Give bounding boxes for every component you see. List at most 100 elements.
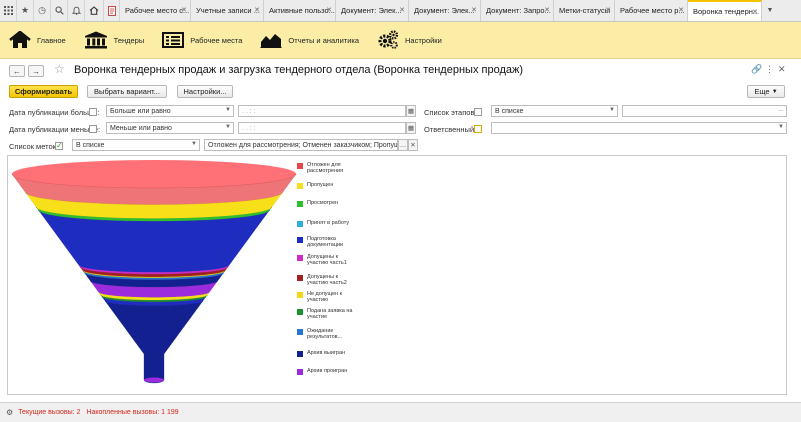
tab-workplace[interactable]: Рабочее место с... ✕ (120, 0, 191, 21)
tag-list-condition[interactable]: В списке ▼ (72, 139, 200, 151)
more-dots-icon[interactable]: ⋮ (765, 64, 774, 75)
close-icon[interactable]: ✕ (399, 6, 405, 14)
close-icon[interactable]: ✕ (544, 6, 550, 14)
section-workplaces[interactable]: Рабочее места (162, 32, 242, 48)
ellipsis-icon: … (778, 107, 784, 113)
pub-date-greater-condition[interactable]: Больше или равно ▼ (106, 105, 234, 117)
legend-swatch (297, 163, 303, 169)
pub-date-less-checkbox[interactable] (89, 125, 97, 133)
responsible-value[interactable]: ▼ (491, 122, 787, 134)
legend-swatch (297, 221, 303, 227)
more-label: Еще (754, 87, 770, 96)
chevron-down-icon: ▼ (778, 124, 784, 130)
legend-item: Подготовка документации (297, 236, 359, 248)
legend-item: Допущены к участию часть2 (297, 274, 359, 286)
tab-label: Воронка тендерн... (693, 7, 760, 16)
link-icon[interactable]: 🔗 (751, 64, 762, 75)
settings-button[interactable]: Настройки... (177, 85, 233, 98)
section-label: Рабочее места (190, 35, 243, 45)
legend-item: Отложен для рассмотрения (297, 162, 359, 174)
chart-icon (260, 34, 282, 48)
section-settings[interactable]: Настройки (377, 30, 442, 50)
responsible-label: Ответсвенный: (424, 125, 477, 134)
legend-swatch (297, 329, 303, 335)
tab-document-request[interactable]: Документ: Запро... ✕ (481, 0, 554, 21)
search-icon[interactable] (51, 0, 68, 21)
calendar-icon[interactable]: ▦ (406, 122, 416, 134)
section-main[interactable]: Главное (9, 31, 66, 49)
section-reports[interactable]: Отчеты и аналитика (260, 32, 359, 48)
section-label: Настройки (405, 35, 442, 45)
stage-list-value[interactable]: … (622, 105, 787, 117)
more-button[interactable]: Еще ▼ (747, 85, 785, 98)
pub-date-less-value[interactable]: . . : : (238, 122, 406, 134)
legend-item: Архив проигран (297, 368, 359, 375)
calendar-icon[interactable]: ▦ (406, 105, 416, 117)
chevron-down-icon: ▼ (771, 88, 778, 95)
legend-label: Подготовка документации (307, 236, 344, 248)
close-icon[interactable]: ✕ (326, 6, 332, 14)
report-doc-icon[interactable] (104, 0, 120, 21)
legend-label: Архив проигран (307, 368, 348, 374)
stage-list-condition[interactable]: В списке ▼ (491, 105, 618, 117)
tab-accounts[interactable]: Учетные записи ... ✕ (191, 0, 264, 21)
close-icon[interactable]: ✕ (254, 6, 260, 14)
back-button[interactable]: ← (9, 65, 25, 77)
accumulated-calls: Накопленные вызовы: 1 199 (86, 409, 179, 416)
close-icon[interactable]: ✕ (778, 64, 786, 75)
clear-icon[interactable]: ✕ (408, 139, 418, 151)
funnel-stem-cap (144, 377, 164, 383)
legend-swatch (297, 309, 303, 315)
close-icon[interactable]: ✕ (678, 6, 684, 14)
tab-document-2[interactable]: Документ: Элек... ✕ (409, 0, 481, 21)
forward-button[interactable]: → (28, 65, 44, 77)
history-clock-icon[interactable]: ◷ (34, 0, 51, 21)
favorites-star-icon[interactable]: ★ (17, 0, 34, 21)
choose-variant-button[interactable]: Выбрать вариант... (87, 85, 167, 98)
chevron-down-icon: ▼ (609, 107, 615, 113)
tab-active-users[interactable]: Активные пользо... ✕ (264, 0, 336, 21)
chevron-down-icon: ▼ (191, 141, 197, 147)
condition-value: Меньше или равно (110, 124, 172, 132)
tag-list-checkbox[interactable]: ✓ (55, 142, 63, 150)
legend-item: Подана заявка на участие (297, 308, 359, 320)
section-label: Тендеры (113, 35, 145, 45)
tab-workplace-r[interactable]: Рабочее место р... ✕ (615, 0, 688, 21)
pub-date-greater-checkbox[interactable] (89, 108, 97, 116)
tab-document-1[interactable]: Документ: Элек... ✕ (336, 0, 409, 21)
close-icon[interactable]: ✕ (181, 6, 187, 14)
tab-label: Рабочее место р... (620, 6, 685, 15)
tab-label: Документ: Запро... (486, 6, 551, 15)
close-icon[interactable]: ✕ (605, 6, 611, 14)
legend-item: Допущены к участию часть1 (297, 254, 359, 266)
legend-label: Принят в работу (307, 220, 350, 226)
close-icon[interactable]: ✕ (752, 8, 758, 16)
tag-list-value[interactable]: Отложен для рассмотрения; Отменен заказч… (204, 139, 398, 151)
tab-tender-funnel[interactable]: Воронка тендерн... ✕ (688, 0, 762, 21)
close-icon[interactable]: ✕ (471, 6, 477, 14)
legend-item: Не допущен к участию (297, 291, 359, 303)
favorite-star-icon[interactable]: ☆ (54, 62, 65, 76)
pub-date-less-condition[interactable]: Меньше или равно ▼ (106, 122, 234, 134)
generate-button[interactable]: Сформировать (9, 85, 78, 98)
gears-icon (378, 30, 399, 49)
legend-swatch (297, 237, 303, 243)
condition-value: В списке (76, 141, 105, 149)
home-icon (9, 31, 31, 48)
section-label: Главное (37, 35, 66, 45)
performance-icon[interactable]: ⚙ (6, 408, 13, 417)
tab-status-tags[interactable]: Метки-статусы ✕ (554, 0, 615, 21)
chevron-down-icon[interactable]: ▼ (762, 0, 778, 21)
apps-grid-icon[interactable] (0, 0, 17, 21)
ellipsis-icon[interactable]: … (398, 139, 408, 151)
pub-date-greater-value[interactable]: . . : : (238, 105, 406, 117)
funnel-graphic (11, 160, 297, 384)
chevron-down-icon: ▼ (225, 107, 231, 113)
stage-list-checkbox[interactable] (474, 108, 482, 116)
tab-bar: ★ ◷ Рабочее место с... ✕ Учетные записи .… (0, 0, 801, 22)
responsible-checkbox[interactable] (474, 125, 482, 133)
section-tenders[interactable]: Тендеры (84, 31, 145, 49)
home-icon[interactable] (85, 0, 104, 21)
legend-item: Пропущен (297, 182, 359, 189)
notifications-bell-icon[interactable] (68, 0, 85, 21)
